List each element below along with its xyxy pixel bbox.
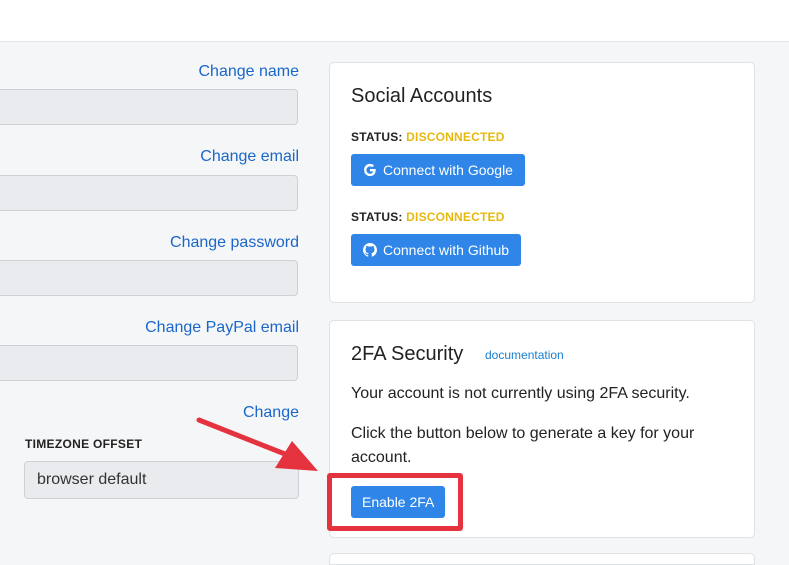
next-card-edge (329, 553, 755, 565)
password-field (0, 260, 298, 296)
google-status-value: DISCONNECTED (406, 130, 505, 144)
connect-github-label: Connect with Github (383, 242, 510, 258)
account-settings-column: Change name Change email Change password… (0, 0, 310, 559)
twofa-status-text: Your account is not currently using 2FA … (351, 385, 690, 402)
twofa-instruction-line1: Click the button below to generate a key… (351, 425, 695, 442)
documentation-link[interactable]: documentation (485, 348, 564, 362)
timezone-offset-label: TIMEZONE OFFSET (25, 437, 143, 451)
github-status-label: STATUS: (351, 210, 403, 224)
google-icon (364, 163, 376, 177)
paypal-email-field (0, 345, 298, 381)
social-accounts-title: Social Accounts (351, 85, 493, 107)
twofa-instruction-line2: account. (351, 449, 412, 466)
connect-google-label: Connect with Google (383, 162, 513, 178)
change-email-link[interactable]: Change email (200, 148, 299, 166)
email-field (0, 175, 298, 211)
google-status-label: STATUS: (351, 130, 403, 144)
social-accounts-card: Social Accounts STATUS: DISCONNECTED Con… (329, 62, 755, 303)
github-status: STATUS: DISCONNECTED (351, 210, 505, 224)
change-timezone-link[interactable]: Change (243, 404, 299, 422)
change-password-link[interactable]: Change password (170, 234, 299, 252)
github-icon (363, 243, 377, 257)
github-status-value: DISCONNECTED (406, 210, 505, 224)
change-name-link[interactable]: Change name (198, 63, 299, 81)
name-field (0, 89, 298, 125)
google-status: STATUS: DISCONNECTED (351, 130, 505, 144)
annotation-highlight-box (327, 473, 463, 531)
connect-google-button[interactable]: Connect with Google (351, 154, 525, 186)
timezone-offset-select[interactable]: browser default (24, 461, 299, 499)
connect-github-button[interactable]: Connect with Github (351, 234, 522, 266)
change-paypal-email-link[interactable]: Change PayPal email (145, 319, 299, 337)
twofa-title: 2FA Security (351, 343, 464, 365)
